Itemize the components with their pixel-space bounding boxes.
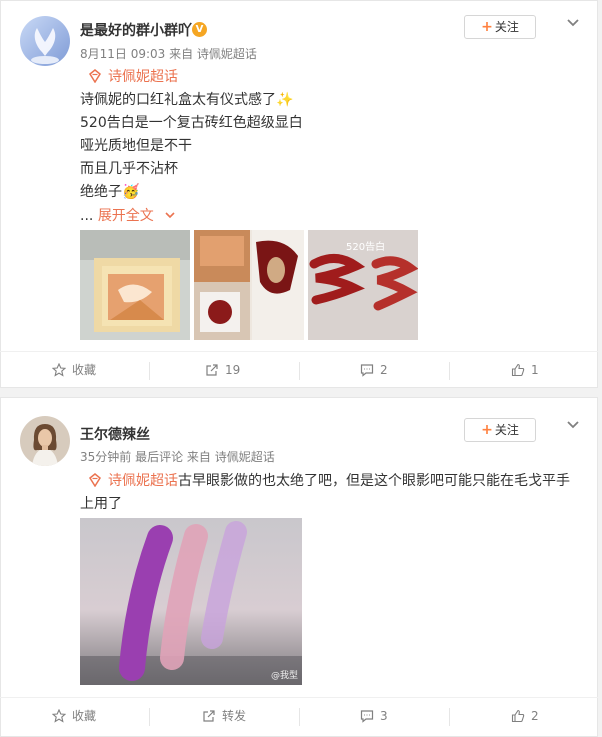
like-icon <box>511 709 525 723</box>
post-text: 上用了 <box>80 496 122 512</box>
post-photo[interactable] <box>80 230 190 340</box>
chevron-down-icon[interactable] <box>566 16 580 30</box>
expand-row: ... 展开全文 <box>80 205 176 225</box>
chevron-down-icon[interactable] <box>566 418 580 432</box>
author-name[interactable]: 王尔德辣丝 <box>80 424 150 444</box>
divider <box>449 362 450 380</box>
comment-icon <box>360 710 374 723</box>
repost-icon <box>206 364 218 376</box>
expand-full-text-link[interactable]: 展开全文 <box>98 208 176 224</box>
post-meta[interactable]: 35分钟前 最后评论 来自 诗佩妮超话 <box>80 448 275 465</box>
comment-icon <box>360 364 374 377</box>
follow-button[interactable]: + 关注 <box>464 15 536 39</box>
repost-button[interactable]: 转发 <box>202 698 246 734</box>
divider <box>299 362 300 380</box>
star-icon <box>51 362 67 377</box>
plus-icon: + <box>481 19 493 35</box>
post-action-bar: 收藏 转发 3 2 <box>0 697 598 734</box>
chevron-down-icon <box>165 212 175 219</box>
divider <box>149 362 150 380</box>
favorite-button[interactable]: 收藏 <box>51 352 96 388</box>
post-action-bar: 收藏 19 2 1 <box>0 351 598 388</box>
divider <box>299 708 300 726</box>
post-photo[interactable]: 520告白 <box>308 230 418 340</box>
supertopic-icon <box>89 473 101 487</box>
divider <box>149 708 150 726</box>
post-text-line: 绝绝子🥳 <box>80 184 140 200</box>
post-text-row: 诗佩妮超话古早眼影做的也太绝了吧，但是这个眼影吧可能只能在毛戈平手 <box>88 470 570 490</box>
favorite-button[interactable]: 收藏 <box>51 698 96 734</box>
post-text-line: 520告白是一个复古砖红色超级显白 <box>80 115 303 131</box>
plus-icon: + <box>481 422 493 438</box>
like-button[interactable]: 1 <box>511 352 539 388</box>
post-meta[interactable]: 8月11日 09:03 来自 诗佩妮超话 <box>80 45 257 62</box>
verified-badge-icon: V <box>192 22 207 37</box>
photo-caption: 520告白 <box>346 242 386 253</box>
post-photo[interactable] <box>194 230 304 340</box>
post-photo[interactable]: @我型 <box>80 518 302 685</box>
follow-button[interactable]: + 关注 <box>464 418 536 442</box>
post-text: 古早眼影做的也太绝了吧，但是这个眼影吧可能只能在毛戈平手 <box>178 473 570 489</box>
image-watermark: @我型 <box>270 671 298 681</box>
star-icon <box>51 708 67 723</box>
avatar[interactable] <box>20 16 70 66</box>
author-name[interactable]: 是最好的群小群吖 <box>80 20 192 40</box>
repost-icon <box>203 710 215 722</box>
post-text-line: 而且几乎不沾杯 <box>80 161 178 177</box>
supertopic-icon <box>89 69 101 83</box>
avatar[interactable] <box>20 416 70 466</box>
like-button[interactable]: 2 <box>511 698 539 734</box>
post-text-line: 诗佩妮的口红礼盒太有仪式感了✨ <box>80 92 294 108</box>
divider <box>449 708 450 726</box>
supertopic-link[interactable]: 诗佩妮超话 <box>88 473 178 489</box>
post-text-line: 哑光质地但是不干 <box>80 138 192 154</box>
comment-button[interactable]: 2 <box>360 352 388 388</box>
repost-button[interactable]: 19 <box>205 352 240 388</box>
supertopic-link[interactable]: 诗佩妮超话 <box>88 66 178 86</box>
like-icon <box>511 363 525 377</box>
comment-button[interactable]: 3 <box>360 698 388 734</box>
